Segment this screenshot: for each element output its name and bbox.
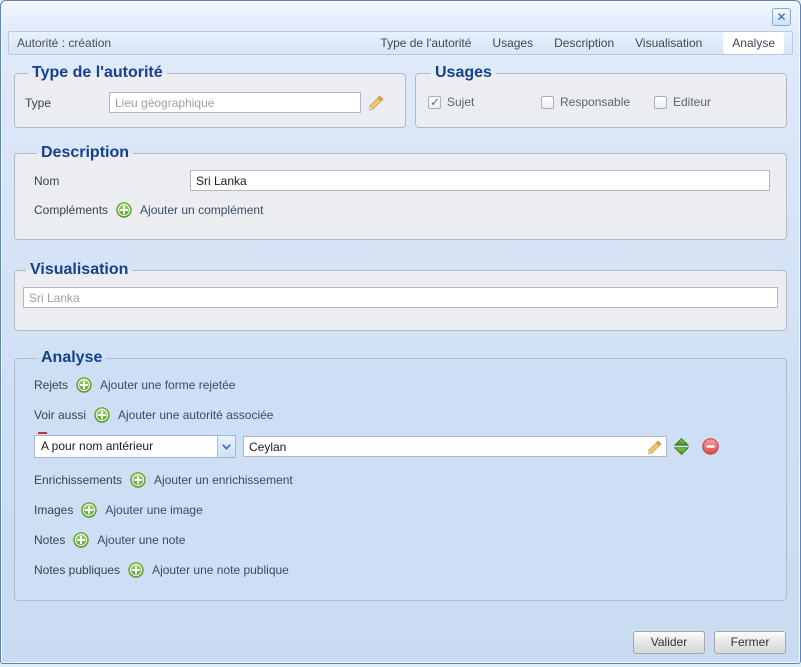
plus-circle-icon[interactable] xyxy=(116,202,132,218)
usage-editeur: Editeur xyxy=(654,95,767,109)
add-image-link[interactable]: Ajouter une image xyxy=(105,503,202,517)
sort-up-down-icon[interactable] xyxy=(674,438,689,455)
relation-name-input[interactable] xyxy=(243,436,667,457)
rejets-row: Rejets Ajouter une forme rejetée xyxy=(34,377,772,393)
usage-sujet: Sujet xyxy=(428,95,541,109)
section-analyse: Analyse Rejets Ajouter une forme rejetée… xyxy=(14,349,787,601)
nom-field-label: Nom xyxy=(34,174,190,188)
images-label: Images xyxy=(34,503,73,517)
section-description: Description Nom Compléments Ajouter un c… xyxy=(14,144,787,240)
header-bar: Autorité : création Type de l'autorité U… xyxy=(8,31,793,55)
add-note-publique-link[interactable]: Ajouter une note publique xyxy=(152,563,289,577)
tab-analyse[interactable]: Analyse xyxy=(723,32,784,54)
checkbox-sujet[interactable] xyxy=(428,96,441,109)
section-legend: Type de l'autorité xyxy=(28,64,167,82)
tab-type-autorite[interactable]: Type de l'autorité xyxy=(380,36,471,50)
plus-circle-icon[interactable] xyxy=(130,472,146,488)
relation-name-field xyxy=(243,436,667,457)
add-complement-link[interactable]: Ajouter un complément xyxy=(140,203,263,217)
close-button[interactable]: ✕ xyxy=(772,8,791,26)
pencil-icon[interactable] xyxy=(646,439,663,456)
section-visualisation: Visualisation xyxy=(14,261,787,331)
enrichissements-row: Enrichissements Ajouter un enrichissemen… xyxy=(34,472,772,488)
section-legend: Description xyxy=(37,144,133,162)
complements-label: Compléments xyxy=(34,203,108,217)
pencil-icon[interactable] xyxy=(367,94,385,112)
plus-circle-icon[interactable] xyxy=(73,532,89,548)
section-usages: Usages Sujet Responsable Editeur xyxy=(415,64,787,128)
voir-aussi-row: Voir aussi Ajouter une autorité associée xyxy=(34,407,772,423)
add-note-link[interactable]: Ajouter une note xyxy=(97,533,185,547)
notes-row: Notes Ajouter une note xyxy=(34,532,772,548)
plus-circle-icon[interactable] xyxy=(76,377,92,393)
enrichissements-label: Enrichissements xyxy=(34,473,122,487)
checkbox-editeur[interactable] xyxy=(654,96,667,109)
notes-label: Notes xyxy=(34,533,65,547)
voir-aussi-label: Voir aussi xyxy=(34,408,86,422)
checkbox-responsable-label: Responsable xyxy=(560,95,630,109)
chevron-down-icon[interactable] xyxy=(217,436,235,457)
dialog-title: Autorité : création xyxy=(17,36,111,50)
section-legend: Visualisation xyxy=(26,261,132,279)
tab-description[interactable]: Description xyxy=(554,36,614,50)
notes-publiques-row: Notes publiques Ajouter une note publiqu… xyxy=(34,562,772,578)
add-enrichissement-link[interactable]: Ajouter un enrichissement xyxy=(154,473,293,487)
tab-usages[interactable]: Usages xyxy=(492,36,533,50)
tab-visualisation[interactable]: Visualisation xyxy=(635,36,702,50)
minus-circle-icon[interactable] xyxy=(702,438,719,455)
relation-type-combo[interactable]: A pour nom antérieur xyxy=(34,435,236,458)
usage-responsable: Responsable xyxy=(541,95,654,109)
valider-button[interactable]: Valider xyxy=(633,631,705,654)
type-field-label: Type xyxy=(25,96,109,110)
dialog-window: ✕ Autorité : création Type de l'autorité… xyxy=(0,0,801,664)
plus-circle-icon[interactable] xyxy=(94,407,110,423)
add-forme-rejetee-link[interactable]: Ajouter une forme rejetée xyxy=(100,378,235,392)
nom-input[interactable] xyxy=(190,170,770,191)
section-legend: Analyse xyxy=(37,349,106,367)
add-autorite-associee-link[interactable]: Ajouter une autorité associée xyxy=(118,408,273,422)
checkbox-sujet-label: Sujet xyxy=(447,95,474,109)
section-type-autorite: Type de l'autorité Type xyxy=(14,64,406,128)
checkbox-editeur-label: Editeur xyxy=(673,95,711,109)
close-icon: ✕ xyxy=(776,10,786,24)
checkbox-responsable[interactable] xyxy=(541,96,554,109)
notes-publiques-label: Notes publiques xyxy=(34,563,120,577)
plus-circle-icon[interactable] xyxy=(128,562,144,578)
relation-type-value: A pour nom antérieur xyxy=(35,436,217,457)
dialog-content: Type de l'autorité Type Usages xyxy=(8,55,793,601)
relation-row: A pour nom antérieur xyxy=(34,435,772,458)
plus-circle-icon[interactable] xyxy=(81,502,97,518)
images-row: Images Ajouter une image xyxy=(34,502,772,518)
rejets-label: Rejets xyxy=(34,378,68,392)
tab-bar: Type de l'autorité Usages Description Vi… xyxy=(380,32,784,54)
visualisation-input[interactable] xyxy=(23,287,778,308)
type-input[interactable] xyxy=(109,92,361,113)
titlebar: ✕ xyxy=(8,1,793,31)
footer-buttons: Valider Fermer xyxy=(633,631,786,654)
fermer-button[interactable]: Fermer xyxy=(714,631,786,654)
invalid-marker xyxy=(38,432,47,434)
section-legend: Usages xyxy=(431,64,496,82)
